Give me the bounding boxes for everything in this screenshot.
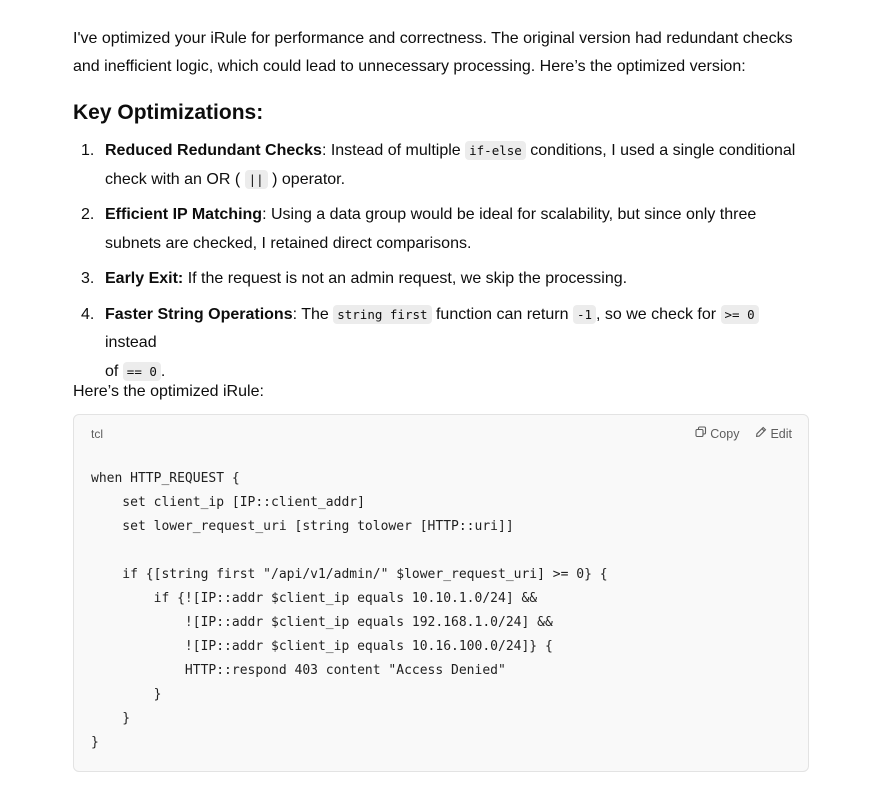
code-line: } — [91, 711, 131, 726]
section-heading: Key Optimizations: — [73, 101, 264, 124]
code-lead-text: Here’s the optimized iRule: — [73, 383, 264, 400]
list-number: 3. — [81, 270, 95, 287]
list-number: 2. — [81, 206, 95, 223]
intro-paragraph: I've optimized your iRule for performanc… — [73, 25, 809, 81]
intro-line-2: and inefficient logic, which could lead … — [73, 58, 746, 75]
item-text: ) operator. — [267, 170, 346, 188]
list-item: 2. Efficient IP Matching: Using a data g… — [73, 201, 809, 258]
item-text: : The — [292, 305, 334, 323]
item-text: If the request is not an admin request, … — [183, 270, 628, 287]
code-line: set client_ip [IP::client_addr] — [91, 495, 365, 510]
item-text: subnets are checked, I retained direct c… — [105, 234, 472, 252]
code-line: if {[string first "/api/v1/admin/" $lowe… — [91, 567, 608, 582]
item-title: Early Exit: — [105, 270, 184, 287]
item-text: function can return — [431, 305, 573, 323]
code-line: ![IP::addr $client_ip equals 192.168.1.0… — [91, 615, 553, 630]
copy-button[interactable]: Copy — [695, 426, 739, 441]
item-text: conditions, I used a single conditional — [525, 142, 796, 159]
item-title: Reduced Redundant Checks — [105, 142, 322, 159]
edit-button[interactable]: Edit — [755, 426, 792, 441]
item-title: Efficient IP Matching — [105, 206, 263, 223]
code-line: } — [91, 735, 99, 750]
inline-code: if-else — [465, 141, 526, 160]
edit-label: Edit — [770, 426, 792, 441]
list-item: 1. Reduced Redundant Checks: Instead of … — [73, 137, 809, 194]
inline-code: || — [244, 169, 268, 189]
code-block: tcl Copy Edit when HTTP_REQUEST {set cl… — [73, 414, 809, 772]
list-item: 3. Early Exit: If the request is not an … — [73, 265, 809, 294]
optimizations-list: 1. Reduced Redundant Checks: Instead of … — [73, 137, 809, 393]
item-text: instead — [105, 334, 157, 351]
code-content: when HTTP_REQUEST { set client_ip [IP::c… — [91, 467, 608, 755]
code-line: set lower_request_uri [string tolower [H… — [91, 519, 514, 534]
item-text: . — [160, 362, 166, 380]
item-text: check with an OR ( — [105, 170, 245, 188]
list-item: 4. Faster String Operations: The string … — [73, 301, 809, 387]
code-line: HTTP::respond 403 content "Access Denied… — [91, 663, 506, 678]
inline-code: -1 — [572, 304, 597, 324]
copy-icon — [695, 426, 707, 441]
inline-code: string first — [333, 304, 432, 324]
intro-line-1: I've optimized your iRule for performanc… — [73, 30, 793, 47]
item-text: : Using a data group would be ideal for … — [262, 206, 757, 223]
code-line: when HTTP_REQUEST { — [91, 471, 240, 486]
code-language-label: tcl — [91, 427, 103, 441]
list-number: 4. — [81, 305, 95, 323]
item-text: , so we check for — [596, 305, 721, 323]
code-line: ![IP::addr $client_ip equals 10.16.100.0… — [91, 639, 553, 654]
code-line: if {![IP::addr $client_ip equals 10.10.1… — [91, 591, 538, 606]
code-actions: Copy Edit — [695, 426, 792, 441]
inline-code: >= 0 — [720, 304, 759, 324]
edit-icon — [755, 426, 767, 441]
code-line: } — [91, 687, 162, 702]
copy-label: Copy — [710, 426, 740, 441]
list-number: 1. — [81, 142, 95, 159]
item-title: Faster String Operations — [105, 305, 293, 323]
item-text: of — [105, 362, 123, 380]
item-text: : Instead of multiple — [321, 142, 466, 159]
